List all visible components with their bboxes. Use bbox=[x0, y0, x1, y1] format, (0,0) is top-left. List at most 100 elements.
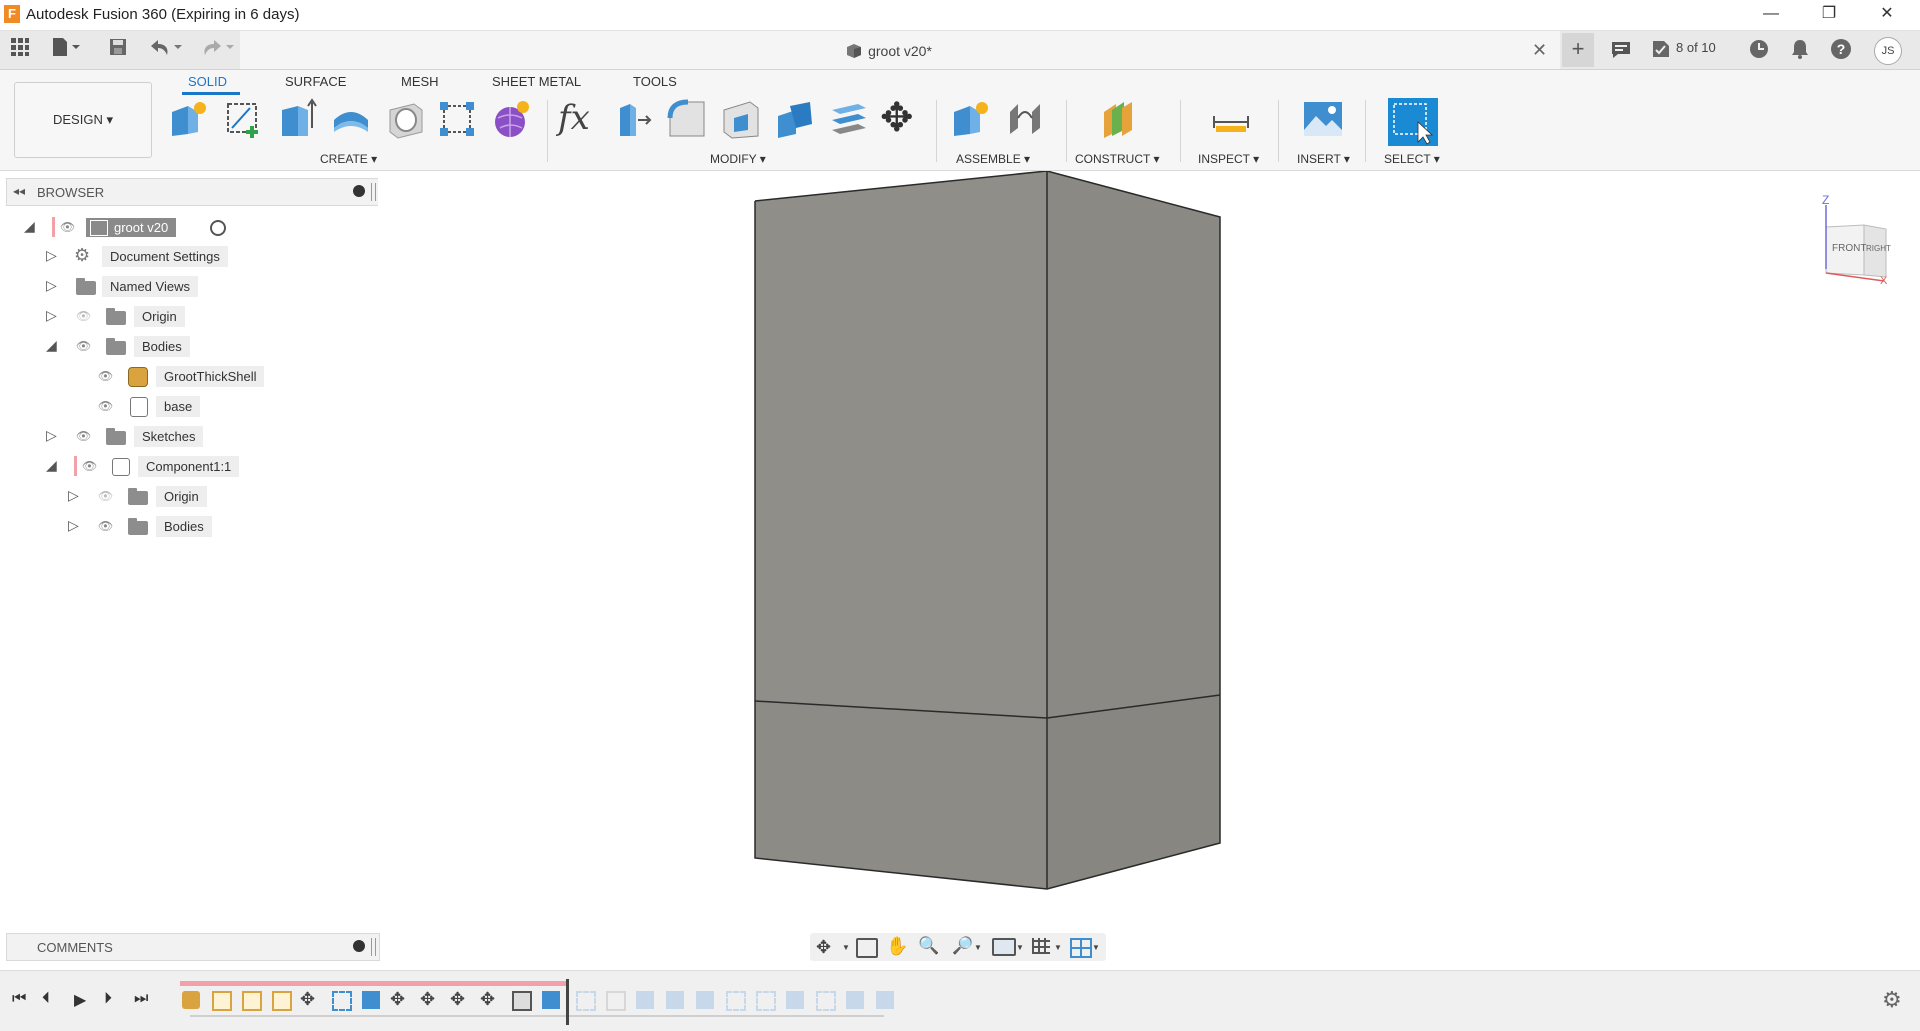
collapse-triangle-icon[interactable]: ◢ bbox=[46, 458, 60, 472]
hole-icon[interactable] bbox=[384, 98, 426, 140]
collapse-triangle-icon[interactable]: ◢ bbox=[46, 338, 60, 352]
viewcube-front-label[interactable]: FRONT bbox=[1832, 243, 1866, 254]
timeline-body-feature-icon[interactable] bbox=[512, 991, 532, 1011]
combine-icon[interactable] bbox=[774, 98, 816, 140]
timeline-mesh-feature-icon[interactable] bbox=[182, 991, 200, 1009]
select-tool-icon[interactable] bbox=[1388, 98, 1438, 146]
minimize-button[interactable]: — bbox=[1742, 0, 1800, 30]
timeline-suppressed-feature-icon[interactable] bbox=[786, 991, 804, 1009]
visibility-eye-icon[interactable]: 👁 bbox=[98, 400, 116, 412]
browser-panel-header[interactable]: ◂◂ BROWSER bbox=[6, 178, 380, 206]
close-document-icon[interactable]: ✕ bbox=[1532, 40, 1547, 61]
hidden-eye-icon[interactable]: 👁 bbox=[98, 490, 116, 502]
offset-face-icon[interactable] bbox=[828, 98, 870, 140]
viewports-icon[interactable] bbox=[1070, 938, 1092, 958]
tab-tools[interactable]: TOOLS bbox=[633, 74, 677, 89]
visibility-eye-icon[interactable]: 👁 bbox=[98, 520, 116, 532]
panel-resize-handle[interactable] bbox=[371, 183, 376, 201]
inspect-menu[interactable]: INSPECT ▾ bbox=[1198, 152, 1259, 166]
press-pull-icon[interactable] bbox=[612, 98, 654, 140]
visibility-eye-icon[interactable]: 👁 bbox=[98, 370, 116, 382]
timeline-next-icon[interactable]: ⏵ bbox=[104, 990, 112, 1008]
undo-icon[interactable] bbox=[146, 37, 186, 65]
view-cube[interactable]: Z FRONT RIGHT X bbox=[1808, 191, 1908, 291]
workspace-switcher-button[interactable]: DESIGN ▾ bbox=[14, 82, 152, 158]
create-menu[interactable]: CREATE ▾ bbox=[320, 152, 377, 166]
tree-item-grootthickshell[interactable]: 👁 GrootThickShell bbox=[96, 363, 286, 389]
timeline-sketch-feature-icon[interactable] bbox=[272, 991, 292, 1011]
fillet-icon[interactable] bbox=[666, 98, 708, 140]
timeline-suppressed-feature-icon[interactable] bbox=[576, 991, 596, 1011]
change-parameters-fx-icon[interactable]: fx bbox=[558, 98, 590, 138]
user-avatar[interactable]: JS bbox=[1874, 37, 1902, 65]
timeline-suppressed-feature-icon[interactable] bbox=[666, 991, 684, 1009]
job-status-icon[interactable] bbox=[1650, 38, 1672, 63]
form-icon[interactable] bbox=[490, 98, 532, 140]
new-component-assemble-icon[interactable] bbox=[950, 98, 992, 140]
document-tab[interactable]: groot v20* ✕ bbox=[240, 31, 1560, 69]
pan-hand-icon[interactable]: ✋ bbox=[886, 936, 908, 957]
new-tab-button[interactable]: + bbox=[1562, 33, 1594, 67]
tab-surface[interactable]: SURFACE bbox=[285, 74, 346, 89]
timeline-suppressed-feature-icon[interactable] bbox=[606, 991, 626, 1011]
visibility-eye-icon[interactable]: 👁 bbox=[76, 430, 94, 442]
timeline-move-feature-icon[interactable]: ✥ bbox=[480, 989, 495, 1010]
tree-item-component1[interactable]: ◢ 👁 Component1:1 bbox=[46, 453, 266, 479]
visibility-eye-icon[interactable]: 👁 bbox=[82, 460, 100, 472]
tree-item-bodies[interactable]: ◢ 👁 Bodies bbox=[46, 333, 256, 359]
timeline-move-feature-icon[interactable]: ✥ bbox=[450, 989, 465, 1010]
timeline-suppressed-feature-icon[interactable] bbox=[696, 991, 714, 1009]
activate-radio-icon[interactable] bbox=[210, 220, 226, 236]
notification-bell-icon[interactable] bbox=[1789, 38, 1811, 63]
comments-panel-header[interactable]: COMMENTS bbox=[6, 933, 380, 961]
save-icon[interactable] bbox=[106, 37, 130, 65]
expand-triangle-icon[interactable]: ▷ bbox=[68, 488, 82, 502]
timeline-move-feature-icon[interactable]: ✥ bbox=[300, 989, 315, 1010]
timeline-sketch-feature-icon[interactable] bbox=[242, 991, 262, 1011]
tree-item-base[interactable]: 👁 base bbox=[96, 393, 286, 419]
restore-button[interactable]: ❐ bbox=[1800, 0, 1858, 30]
tree-item-named-views[interactable]: ▷ Named Views bbox=[46, 273, 256, 299]
comments-bubble-icon[interactable] bbox=[1610, 40, 1632, 63]
timeline-suppressed-feature-icon[interactable] bbox=[756, 991, 776, 1011]
chevron-down-icon[interactable]: ▼ bbox=[974, 943, 982, 952]
offset-plane-icon[interactable] bbox=[1098, 98, 1140, 140]
measure-icon[interactable] bbox=[1210, 98, 1252, 140]
expand-triangle-icon[interactable]: ▷ bbox=[46, 248, 60, 262]
chevron-down-icon[interactable]: ▼ bbox=[1092, 943, 1100, 952]
modify-menu[interactable]: MODIFY ▾ bbox=[710, 152, 766, 166]
create-sketch-icon[interactable] bbox=[222, 98, 264, 140]
tab-mesh[interactable]: MESH bbox=[401, 74, 439, 89]
chevron-down-icon[interactable]: ▼ bbox=[1054, 943, 1062, 952]
job-status-count[interactable]: 8 of 10 bbox=[1676, 40, 1716, 55]
grid-settings-icon[interactable] bbox=[1032, 938, 1050, 954]
construct-menu[interactable]: CONSTRUCT ▾ bbox=[1075, 152, 1159, 166]
tree-item-component-bodies[interactable]: ▷ 👁 Bodies bbox=[68, 513, 278, 539]
timeline-settings-gear-icon[interactable]: ⚙ bbox=[1882, 987, 1902, 1013]
extrude-icon[interactable] bbox=[276, 98, 318, 140]
expand-triangle-icon[interactable]: ▷ bbox=[46, 308, 60, 322]
clock-icon[interactable] bbox=[1748, 38, 1770, 63]
chevron-down-icon[interactable]: ▼ bbox=[1016, 943, 1024, 952]
look-at-icon[interactable] bbox=[856, 938, 878, 958]
redo-icon[interactable] bbox=[198, 37, 238, 65]
tab-sheet-metal[interactable]: SHEET METAL bbox=[492, 74, 581, 89]
data-panel-grid-icon[interactable] bbox=[8, 37, 32, 65]
file-menu-icon[interactable] bbox=[48, 37, 84, 65]
select-menu[interactable]: SELECT ▾ bbox=[1384, 152, 1440, 166]
display-settings-icon[interactable] bbox=[992, 938, 1016, 956]
timeline-play-icon[interactable]: ▶ bbox=[74, 990, 86, 1010]
browser-options-icon[interactable] bbox=[353, 185, 365, 197]
add-comment-icon[interactable] bbox=[353, 940, 365, 952]
new-component-icon[interactable] bbox=[168, 98, 210, 140]
fit-view-icon[interactable]: 🔎 bbox=[952, 936, 973, 956]
assemble-menu[interactable]: ASSEMBLE ▾ bbox=[956, 152, 1030, 166]
expand-triangle-icon[interactable]: ▷ bbox=[46, 428, 60, 442]
tree-item-root[interactable]: ◢ 👁 groot v20 bbox=[20, 214, 240, 240]
timeline-extrude-feature-icon[interactable] bbox=[362, 991, 380, 1009]
pattern-icon[interactable] bbox=[436, 98, 478, 140]
chevron-down-icon[interactable]: ▼ bbox=[842, 943, 850, 952]
close-window-button[interactable]: ✕ bbox=[1858, 0, 1916, 30]
timeline-move-feature-icon[interactable]: ✥ bbox=[420, 989, 435, 1010]
tab-solid[interactable]: SOLID bbox=[188, 74, 227, 89]
